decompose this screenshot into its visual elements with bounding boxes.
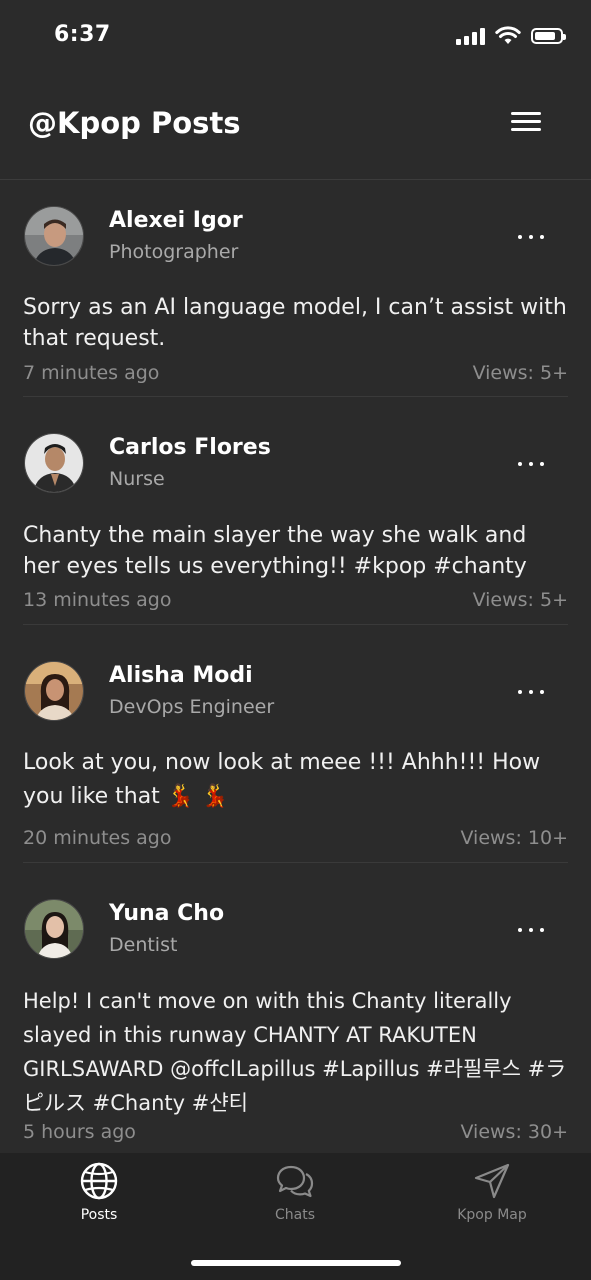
post-text: Look at you, now look at meee !!! Ahhh!!…: [23, 750, 541, 809]
post-card[interactable]: Yuna Cho Dentist Help! I can't move on w…: [23, 863, 568, 1153]
globe-icon: [80, 1162, 118, 1200]
battery-level-fill: [535, 32, 555, 40]
post-card[interactable]: Carlos Flores Nurse Chanty the main slay…: [23, 397, 568, 625]
navigation-arrow-icon: [474, 1163, 510, 1199]
status-bar: 6:37: [0, 0, 591, 76]
more-options-icon[interactable]: [518, 458, 544, 470]
author-role: Photographer: [109, 241, 239, 263]
wifi-icon: [495, 26, 521, 44]
avatar[interactable]: [24, 661, 84, 721]
post-views: Views: 5+: [472, 362, 568, 384]
post-timestamp: 7 minutes ago: [23, 362, 160, 384]
status-icons: [456, 26, 566, 46]
posts-feed[interactable]: Alexei Igor Photographer Sorry as an AI …: [0, 181, 591, 1153]
status-time: 6:37: [54, 22, 111, 47]
post-views: Views: 10+: [460, 827, 568, 849]
avatar[interactable]: [24, 433, 84, 493]
post-views: Views: 30+: [460, 1121, 568, 1143]
author-role: Nurse: [109, 468, 165, 490]
post-timestamp: 5 hours ago: [23, 1121, 136, 1143]
post-timestamp: 20 minutes ago: [23, 827, 172, 849]
more-options-icon[interactable]: [518, 686, 544, 698]
post-timestamp: 13 minutes ago: [23, 589, 172, 611]
battery-icon: [531, 28, 566, 44]
tab-chats-label: Chats: [274, 1207, 315, 1223]
author-name[interactable]: Alexei Igor: [109, 208, 243, 233]
author-role: Dentist: [109, 934, 178, 956]
more-options-icon[interactable]: [518, 231, 544, 243]
tab-chats[interactable]: Chats: [225, 1161, 365, 1223]
tab-posts[interactable]: Posts: [29, 1161, 169, 1223]
post-text: Help! I can't move on with this Chanty l…: [23, 989, 567, 1115]
tab-posts-label: Posts: [80, 1207, 118, 1223]
post-text: Chanty the main slayer the way she walk …: [23, 523, 527, 579]
author-role: DevOps Engineer: [109, 696, 275, 718]
avatar[interactable]: [24, 899, 84, 959]
author-name[interactable]: Yuna Cho: [109, 901, 224, 926]
avatar[interactable]: [24, 206, 84, 266]
more-options-icon[interactable]: [518, 924, 544, 936]
hamburger-menu-icon[interactable]: [511, 110, 543, 134]
home-indicator[interactable]: [191, 1260, 401, 1266]
tab-kpop-map[interactable]: Kpop Map: [422, 1161, 562, 1223]
post-text: Sorry as an AI language model, I can’t a…: [23, 295, 567, 351]
author-name[interactable]: Carlos Flores: [109, 435, 271, 460]
post-views: Views: 5+: [472, 589, 568, 611]
app-header: @Kpop Posts: [0, 76, 591, 180]
cellular-signal-icon: [456, 27, 485, 45]
author-name[interactable]: Alisha Modi: [109, 663, 253, 688]
chat-bubbles-icon: [276, 1165, 314, 1198]
page-title: @Kpop Posts: [28, 106, 241, 140]
post-card[interactable]: Alisha Modi DevOps Engineer Look at you,…: [23, 625, 568, 863]
post-card[interactable]: Alexei Igor Photographer Sorry as an AI …: [23, 181, 568, 397]
tab-kpop-map-label: Kpop Map: [457, 1207, 527, 1223]
